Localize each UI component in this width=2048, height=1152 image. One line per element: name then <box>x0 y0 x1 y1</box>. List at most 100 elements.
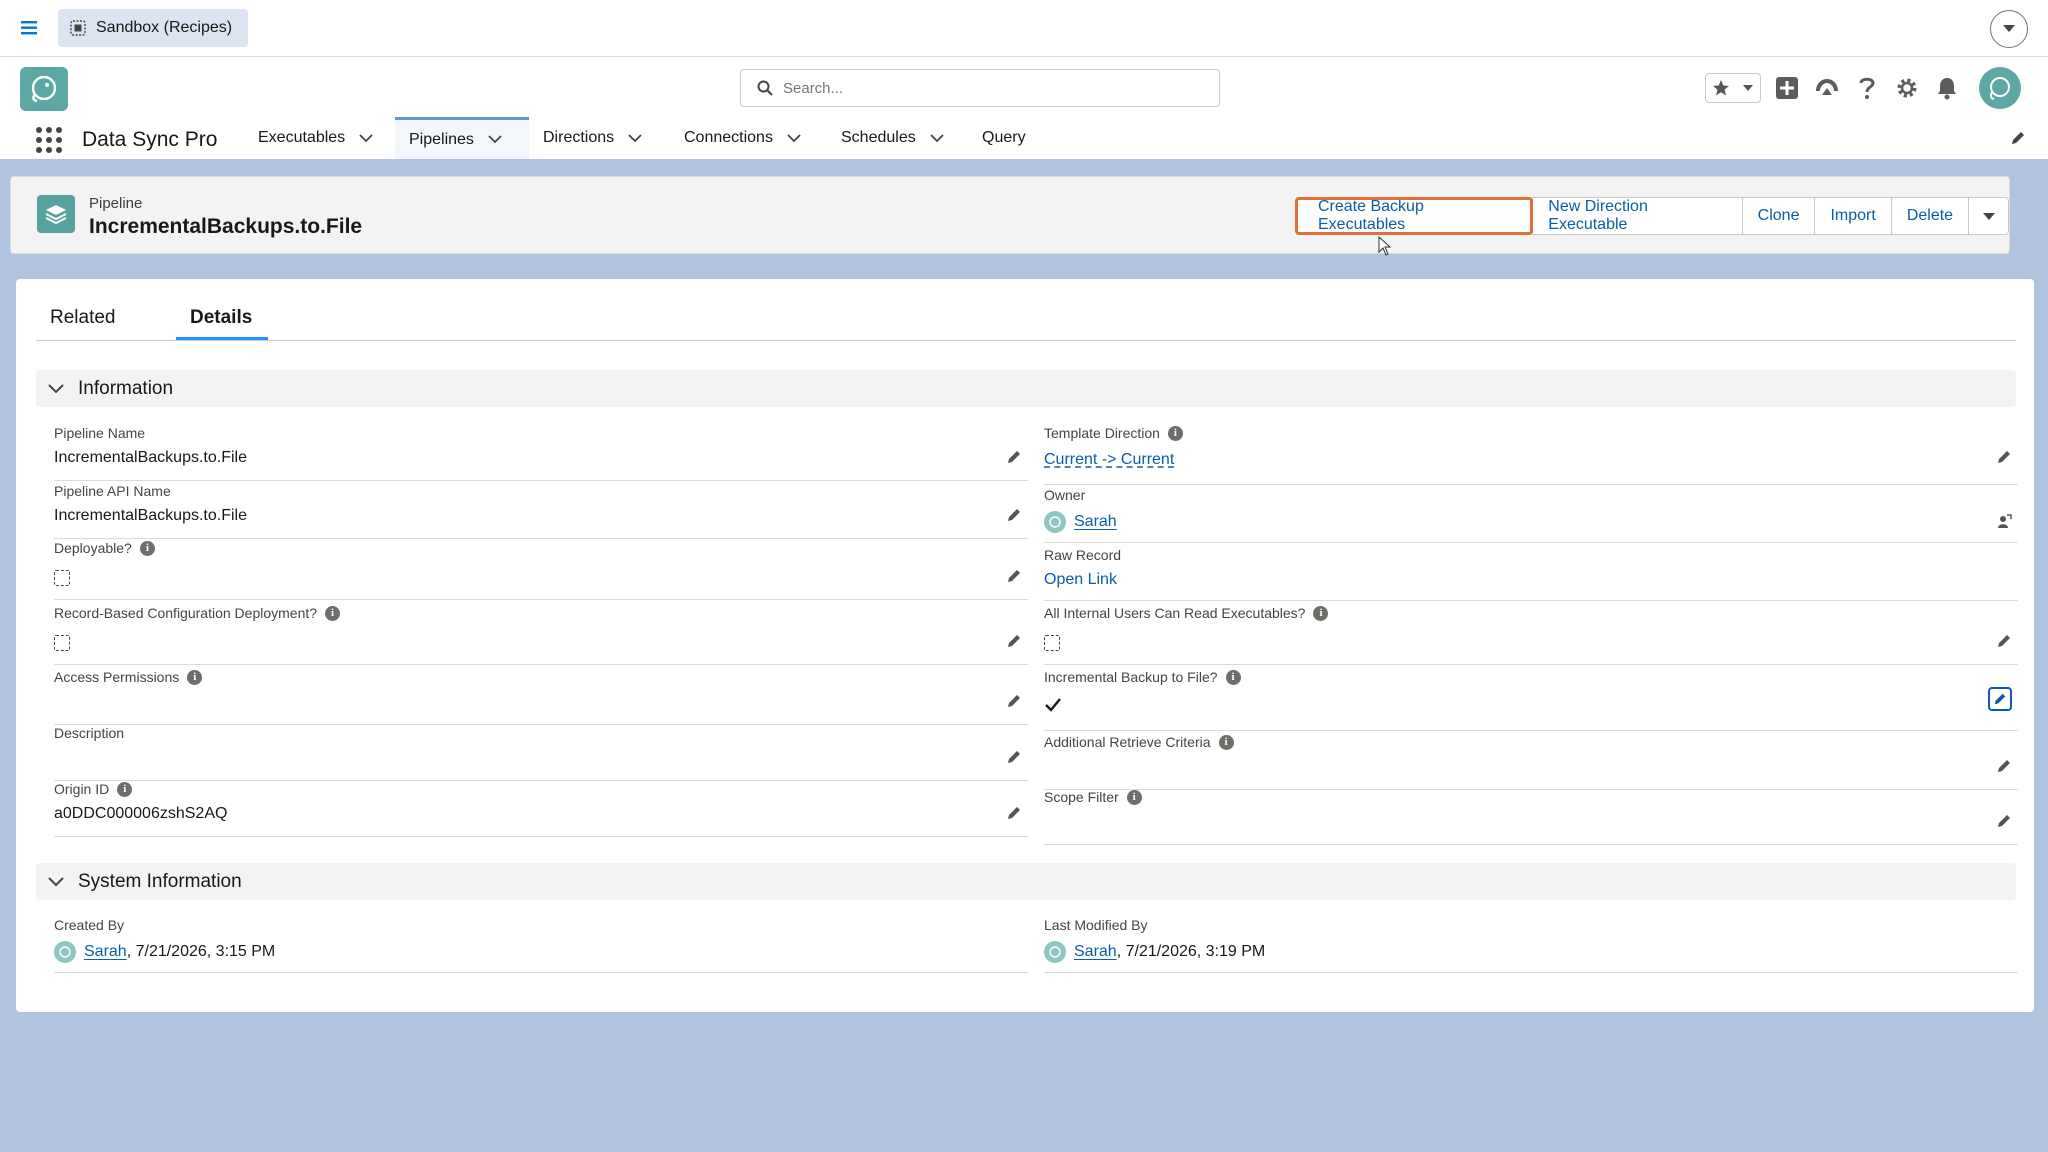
record-title: IncrementalBackups.to.File <box>89 215 363 238</box>
info-icon[interactable]: i <box>187 669 203 685</box>
info-icon[interactable]: i <box>1218 734 1234 750</box>
help-icon[interactable] <box>1853 74 1881 102</box>
nav-tab-query[interactable]: Query <box>968 117 1040 159</box>
search-input[interactable]: Search... <box>740 69 1220 107</box>
owner-link[interactable]: Sarah <box>1074 513 1117 531</box>
info-icon[interactable]: i <box>1167 425 1183 441</box>
information-section-header[interactable]: Information <box>36 370 2016 407</box>
section-title: Information <box>78 377 174 399</box>
more-actions-button[interactable] <box>1968 197 2010 235</box>
field-created-by: Created By Sarah , 7/21/2026, 3:15 PM <box>54 917 1028 973</box>
sandbox-label: Sandbox (Recipes) <box>96 19 233 36</box>
pencil-icon[interactable] <box>2010 130 2026 146</box>
clone-button[interactable]: Clone <box>1741 197 1816 235</box>
field-label: Incremental Backup to File? i <box>1044 669 1241 685</box>
field-pipeline-name: Pipeline Name IncrementalBackups.to.File <box>54 425 1028 481</box>
header-actions <box>1705 67 2021 109</box>
nav-tab-pipelines[interactable]: Pipelines <box>395 117 529 159</box>
field-deployable: Deployable? i <box>54 540 1028 600</box>
chevron-down-icon[interactable] <box>628 133 642 143</box>
template-direction-link[interactable]: Current -> Current <box>1044 451 1174 469</box>
mouse-cursor-icon <box>1378 236 1392 256</box>
nav-tab-schedules[interactable]: Schedules <box>827 117 958 159</box>
change-owner-icon[interactable] <box>1996 513 2012 529</box>
app-logo[interactable] <box>20 67 68 111</box>
field-label: Description <box>54 725 125 741</box>
app-launcher-icon[interactable] <box>36 127 62 153</box>
chevron-down-icon[interactable] <box>787 133 801 143</box>
pencil-icon[interactable] <box>1006 633 1022 649</box>
nav-tab-executables[interactable]: Executables <box>244 117 387 159</box>
chevron-down-icon[interactable] <box>1990 10 2028 48</box>
pencil-icon[interactable] <box>1006 749 1022 765</box>
sandbox-badge[interactable]: Sandbox (Recipes) <box>58 9 249 47</box>
star-icon <box>1712 79 1730 97</box>
pencil-icon[interactable] <box>1996 633 2012 649</box>
field-scope-filter: Scope Filter i <box>1044 789 2018 845</box>
search-placeholder: Search... <box>783 79 844 97</box>
record-object-label: Pipeline <box>89 195 143 212</box>
field-raw-record: Raw Record Open Link <box>1044 545 2018 601</box>
info-icon[interactable]: i <box>325 605 341 621</box>
created-date: , 7/21/2026, 3:15 PM <box>126 943 276 960</box>
field-value <box>1044 635 1060 651</box>
pencil-icon[interactable] <box>1006 507 1022 523</box>
gear-icon[interactable] <box>1893 74 1921 102</box>
menu-icon[interactable] <box>20 18 40 38</box>
field-value: IncrementalBackups.to.File <box>54 507 247 524</box>
field-label: All Internal Users Can Read Executables?… <box>1044 605 1329 621</box>
field-label: Pipeline Name <box>54 425 146 441</box>
field-value <box>1044 697 1062 713</box>
pencil-icon[interactable] <box>1006 805 1022 821</box>
chevron-down-icon[interactable] <box>359 133 373 143</box>
pencil-icon[interactable] <box>1996 449 2012 465</box>
chevron-down-icon[interactable] <box>1742 84 1754 92</box>
pencil-icon[interactable] <box>1006 449 1022 465</box>
chevron-down-icon[interactable] <box>488 135 502 144</box>
avatar <box>1044 941 1066 963</box>
utility-bar: Sandbox (Recipes) <box>0 0 2048 57</box>
info-icon[interactable]: i <box>1225 669 1241 685</box>
user-avatar[interactable] <box>1979 67 2021 109</box>
info-icon[interactable]: i <box>1313 605 1329 621</box>
pencil-icon[interactable] <box>1996 813 2012 829</box>
new-direction-executable-button[interactable]: New Direction Executable <box>1532 197 1743 235</box>
record-header: Pipeline IncrementalBackups.to.File Crea… <box>10 176 2010 254</box>
open-link[interactable]: Open Link <box>1044 571 1117 589</box>
search-icon <box>757 80 773 96</box>
created-by-user-link[interactable]: Sarah <box>84 943 127 961</box>
field-label: Template Direction i <box>1044 425 1183 441</box>
chevron-down-icon[interactable] <box>930 133 944 143</box>
tab-related[interactable]: Related <box>50 307 116 329</box>
import-button[interactable]: Import <box>1814 197 1892 235</box>
tab-details[interactable]: Details <box>190 307 252 329</box>
nav-tab-directions[interactable]: Directions <box>529 117 656 159</box>
field-owner: Owner Sarah <box>1044 485 2018 543</box>
pencil-icon[interactable] <box>1006 568 1022 584</box>
last-modified-user-link[interactable]: Sarah <box>1074 943 1117 961</box>
global-header: Search... <box>0 57 2048 117</box>
trailhead-icon[interactable] <box>1813 74 1841 102</box>
field-label: Scope Filter i <box>1044 789 1142 805</box>
field-value: IncrementalBackups.to.File <box>54 449 247 466</box>
bell-icon[interactable] <box>1933 74 1961 102</box>
field-label: Owner <box>1044 487 1086 503</box>
pencil-icon[interactable] <box>1006 693 1022 709</box>
field-value: Sarah , 7/21/2026, 3:19 PM <box>1044 941 1265 963</box>
nav-tab-connections[interactable]: Connections <box>670 117 815 159</box>
info-icon[interactable]: i <box>117 781 133 797</box>
pencil-icon[interactable] <box>1996 758 2012 774</box>
system-information-section-header[interactable]: System Information <box>36 863 2016 900</box>
favorites-button[interactable] <box>1705 73 1761 103</box>
nav-tab-label: Pipelines <box>409 130 474 148</box>
pencil-icon[interactable] <box>1988 687 2012 711</box>
app-navigation: Data Sync Pro Executables Pipelines Dire… <box>0 117 2048 162</box>
field-record-based-config: Record-Based Configuration Deployment? i <box>54 605 1028 665</box>
field-last-modified-by: Last Modified By Sarah , 7/21/2026, 3:19… <box>1044 917 2018 973</box>
delete-button[interactable]: Delete <box>1890 197 1970 235</box>
checkmark-icon <box>1044 697 1062 713</box>
info-icon[interactable]: i <box>1126 789 1142 805</box>
global-create-icon[interactable] <box>1773 74 1801 102</box>
create-backup-executables-button[interactable]: Create Backup Executables <box>1295 197 1534 235</box>
info-icon[interactable]: i <box>139 540 155 556</box>
